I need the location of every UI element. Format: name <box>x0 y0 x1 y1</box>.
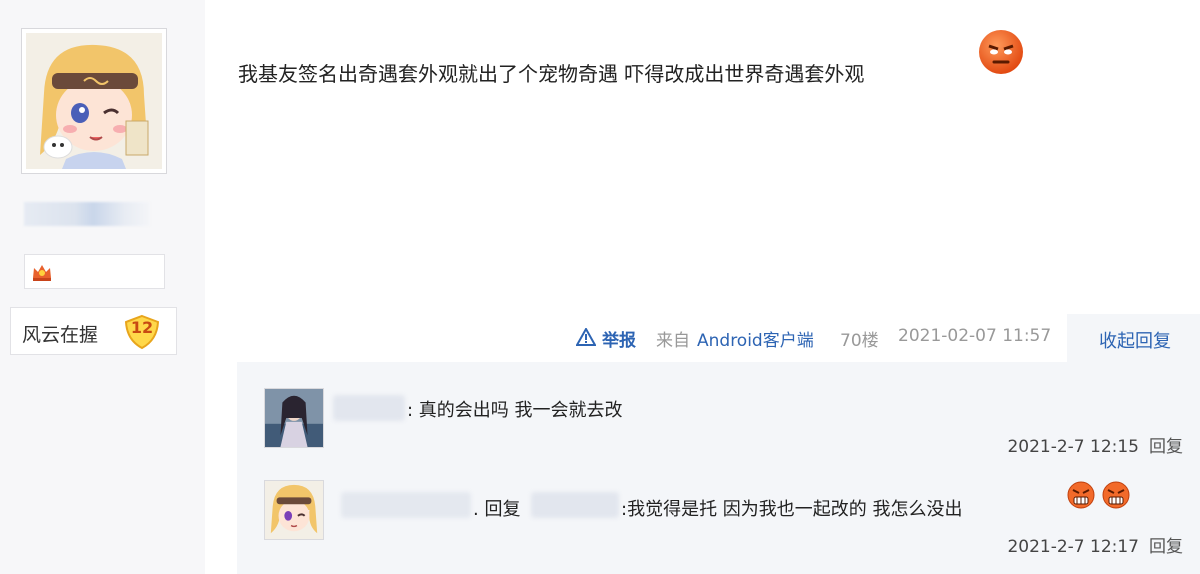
angry-emoji-icon <box>1102 481 1130 509</box>
reply-text: :我觉得是托 因为我也一起改的 我怎么没出 <box>621 499 963 520</box>
crown-badge-icon <box>33 265 51 281</box>
member-badge[interactable] <box>24 254 165 289</box>
reply-time: 2021-2-7 12:17 <box>1007 537 1139 557</box>
reply-avatar-image <box>265 389 323 447</box>
author-sidebar: 风云在握 12 <box>0 0 205 574</box>
author-name-blurred <box>24 202 150 226</box>
collapse-replies-tab[interactable]: 收起回复 <box>1067 314 1200 362</box>
angry-face-emoji-icon <box>979 30 1023 74</box>
from-app-link[interactable]: Android客户端 <box>697 326 814 351</box>
reply-prefix: . 回复 <box>473 499 521 520</box>
user-level[interactable]: 风云在握 12 <box>10 307 177 355</box>
level-number: 12 <box>130 318 154 337</box>
reply-target-blurred <box>531 492 619 518</box>
reply-meta: 2021-2-7 12:15 回复 <box>1007 432 1183 457</box>
reply-text: : 真的会出吗 我一会就去改 <box>407 400 623 421</box>
reply-username-blurred <box>341 492 471 518</box>
floor-number: 70楼 <box>840 331 879 351</box>
from-prefix: 来自 <box>656 331 690 351</box>
avatar-image <box>26 33 162 169</box>
reply-button[interactable]: 回复 <box>1149 437 1183 457</box>
reply-item: . 回复 :我觉得是托 因为我也一起改的 我怎么没出 2021-2-7 12:1… <box>237 462 1200 562</box>
author-avatar[interactable] <box>21 28 167 174</box>
reply-avatar[interactable] <box>264 388 324 448</box>
level-title: 风云在握 <box>22 324 99 346</box>
post-time: 2021-02-07 11:57 <box>898 326 1052 346</box>
angry-emoji-icon <box>1067 481 1095 509</box>
report-link[interactable]: 举报 <box>602 326 636 351</box>
reply-username-blurred <box>333 395 405 421</box>
reply-avatar[interactable] <box>264 480 324 540</box>
reply-meta: 2021-2-7 12:17 回复 <box>1007 532 1183 557</box>
post-content: 我基友签名出奇遇套外观就出了个宠物奇遇 吓得改成出世界奇遇套外观 <box>238 62 865 86</box>
reply-button[interactable]: 回复 <box>1149 537 1183 557</box>
warning-icon[interactable] <box>576 328 596 346</box>
collapse-replies-button[interactable]: 收起回复 <box>1099 327 1171 353</box>
reply-list: : 真的会出吗 我一会就去改 2021-2-7 12:15 回复 . 回复 :我觉… <box>237 362 1200 574</box>
reply-item: : 真的会出吗 我一会就去改 2021-2-7 12:15 回复 <box>237 362 1200 462</box>
reply-avatar-image <box>265 481 323 539</box>
reply-time: 2021-2-7 12:15 <box>1007 437 1139 457</box>
